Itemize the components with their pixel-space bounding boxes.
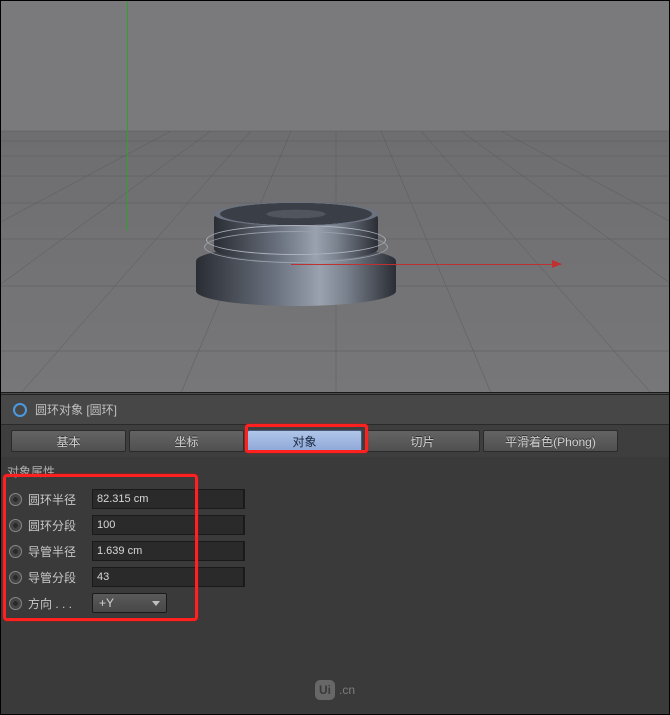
- spinner[interactable]: [243, 541, 245, 561]
- torus-icon: [13, 403, 27, 417]
- prop-label: 导管半径: [28, 543, 86, 560]
- ring-radius-input[interactable]: [92, 489, 243, 509]
- prop-ring-segments: 圆环分段: [9, 512, 661, 538]
- attribute-manager: 圆环对象 [圆环] 基本 坐标 对象 切片 平滑着色(Phong) 对象属性 圆…: [1, 394, 669, 714]
- spinner[interactable]: [243, 567, 245, 587]
- watermark-badge: Ui: [315, 680, 335, 700]
- radio-anim-toggle[interactable]: [9, 493, 22, 506]
- torus-object[interactable]: [196, 191, 396, 311]
- watermark-text: .cn: [339, 683, 355, 697]
- prop-pipe-segments: 导管分段: [9, 564, 661, 590]
- object-title: 圆环对象 [圆环]: [35, 401, 117, 418]
- prop-label: 圆环分段: [28, 517, 86, 534]
- pipe-segments-input[interactable]: [92, 567, 243, 587]
- dropdown-value: +Y: [99, 596, 114, 610]
- tab-phong[interactable]: 平滑着色(Phong): [483, 430, 618, 452]
- tab-object[interactable]: 对象: [247, 430, 362, 452]
- tab-basic[interactable]: 基本: [11, 430, 126, 452]
- prop-label: 圆环半径: [28, 491, 86, 508]
- prop-ring-radius: 圆环半径: [9, 486, 661, 512]
- radio-anim-toggle[interactable]: [9, 545, 22, 558]
- tab-slice[interactable]: 切片: [365, 430, 480, 452]
- tab-bar: 基本 坐标 对象 切片 平滑着色(Phong): [1, 425, 669, 457]
- torus-ring: [206, 225, 386, 255]
- prop-direction: 方向 . . . +Y: [9, 590, 661, 616]
- radio-anim-toggle[interactable]: [9, 571, 22, 584]
- prop-label: 导管分段: [28, 569, 86, 586]
- spinner[interactable]: [243, 489, 245, 509]
- axis-x: [291, 264, 561, 265]
- ring-segments-input[interactable]: [92, 515, 243, 535]
- prop-label: 方向 . . .: [28, 595, 86, 612]
- watermark: Ui .cn: [315, 680, 355, 700]
- tab-coord[interactable]: 坐标: [129, 430, 244, 452]
- radio-anim-toggle[interactable]: [9, 597, 22, 610]
- object-properties: 圆环半径 圆环分段 导管半径 导管分段: [1, 484, 669, 618]
- spinner[interactable]: [243, 515, 245, 535]
- radio-anim-toggle[interactable]: [9, 519, 22, 532]
- panel-header: 圆环对象 [圆环]: [1, 395, 669, 425]
- prop-pipe-radius: 导管半径: [9, 538, 661, 564]
- pipe-radius-input[interactable]: [92, 541, 243, 561]
- direction-dropdown[interactable]: +Y: [92, 593, 167, 613]
- axis-y: [127, 1, 128, 231]
- 3d-viewport[interactable]: [1, 1, 669, 393]
- section-title: 对象属性: [1, 457, 669, 484]
